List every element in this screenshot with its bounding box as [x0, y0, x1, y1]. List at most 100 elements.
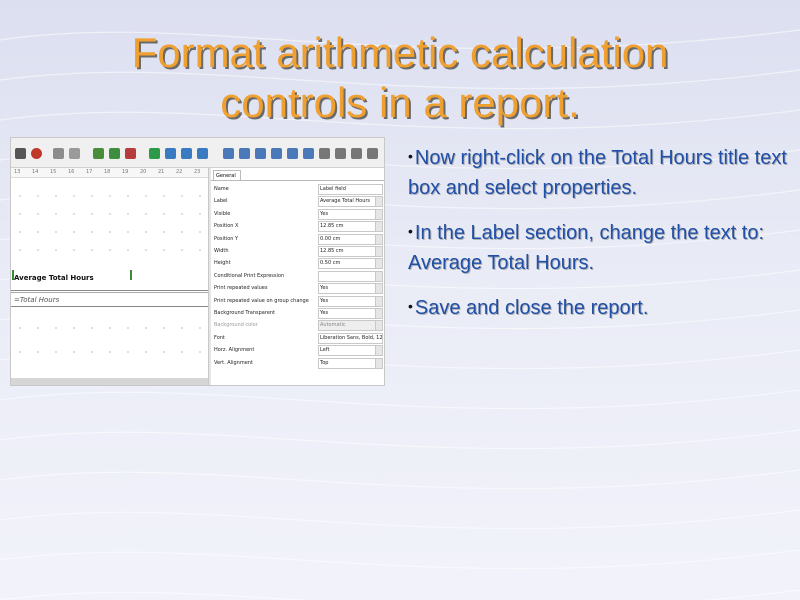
- bullet-text: In the Label section, change the text to…: [408, 222, 765, 274]
- ruler-tick: 17: [86, 169, 93, 175]
- dropdown-arrow-icon[interactable]: [375, 271, 382, 281]
- grid-dots: [11, 208, 208, 220]
- property-row: Font Liberation Sans, Bold, 12: [214, 332, 383, 344]
- property-value-field[interactable]: 12.85 cm: [318, 246, 383, 257]
- toolbar-icon-10: [181, 148, 192, 159]
- dropdown-arrow-icon[interactable]: [375, 197, 382, 207]
- ruler-tick: 23: [194, 169, 201, 175]
- property-name: Visible: [214, 210, 231, 217]
- property-row: Visible Yes: [214, 208, 383, 220]
- toolbar-icon-7: [125, 148, 136, 159]
- dropdown-arrow-icon[interactable]: [375, 358, 382, 368]
- dropdown-arrow-icon[interactable]: [375, 346, 382, 356]
- property-value-field[interactable]: Automatic: [318, 320, 383, 332]
- ruler-tick: 21: [158, 169, 165, 175]
- toolbar-icon-4: [69, 148, 80, 159]
- property-name: Horz. Alignment: [214, 347, 255, 354]
- property-row: Label Average Total Hours: [214, 196, 383, 208]
- toolbar-icon-8: [149, 148, 160, 159]
- bullet-text: Now right-click on the Total Hours title…: [408, 147, 787, 199]
- property-row: Conditional Print Expression: [214, 270, 383, 282]
- toolbar-icon-13: [239, 148, 250, 159]
- toolbar-icon-9: [165, 148, 176, 159]
- toolbar-icon-2: [31, 148, 42, 159]
- property-name: Label: [214, 198, 228, 205]
- ruler-tick: 15: [50, 169, 57, 175]
- bullet-dot: •: [408, 223, 413, 239]
- bullet-dot: •: [408, 298, 413, 314]
- property-name: Name: [214, 186, 229, 192]
- property-name: Height: [214, 260, 231, 267]
- ruler: 13 14 15 16 17 18 19 20 21 22 23: [11, 168, 208, 178]
- property-name: Position X: [214, 223, 239, 230]
- dropdown-arrow-icon[interactable]: [375, 321, 382, 331]
- property-value-field[interactable]: 0.50 cm: [318, 258, 383, 270]
- property-name: Print repeated value on group change: [214, 297, 309, 304]
- ruler-tick: 13: [14, 169, 21, 175]
- toolbar-icon-1: [15, 148, 26, 159]
- property-row: Background color Automatic: [214, 320, 383, 332]
- property-value-field[interactable]: Yes: [318, 308, 383, 319]
- toolbar-icon-6: [109, 148, 120, 159]
- selection-handle-right[interactable]: [130, 270, 132, 280]
- toolbar-icon-19: [335, 148, 346, 159]
- grid-dots: [11, 346, 208, 358]
- toolbar-icon-21: [367, 148, 378, 159]
- property-value-field[interactable]: Left: [318, 345, 383, 357]
- ruler-tick: 19: [122, 169, 129, 175]
- toolbar-icon-17: [303, 148, 314, 159]
- ruler-tick: 18: [104, 169, 111, 175]
- property-value-field[interactable]: Yes: [318, 208, 383, 220]
- property-value-field[interactable]: Yes: [318, 283, 383, 295]
- property-value-field[interactable]: Average Total Hours: [318, 196, 383, 208]
- property-value-field[interactable]: 0.00 cm: [318, 233, 383, 245]
- property-row: Vert. Alignment Top: [214, 357, 383, 369]
- property-name: Position Y: [214, 235, 239, 242]
- dropdown-arrow-icon[interactable]: [375, 259, 382, 269]
- property-name: Print repeated values: [214, 285, 268, 292]
- bullet-item: • Save and close the report.: [408, 294, 793, 324]
- section-divider: [11, 290, 208, 291]
- average-total-hours-label[interactable]: Average Total Hours: [14, 274, 94, 282]
- dropdown-arrow-icon[interactable]: [375, 309, 382, 318]
- property-name: Width: [214, 248, 229, 254]
- total-hours-field[interactable]: =Total Hours: [14, 296, 59, 304]
- property-value-field[interactable]: Top: [318, 357, 383, 369]
- ruler-tick: 22: [176, 169, 183, 175]
- property-value-field[interactable]: Label field: [318, 184, 383, 195]
- property-name: Background Transparent: [214, 310, 276, 316]
- property-value-field[interactable]: Yes: [318, 295, 383, 307]
- bullet-item: • In the Label section, change the text t…: [408, 219, 793, 278]
- ruler-tick: 20: [140, 169, 147, 175]
- property-value-field[interactable]: [318, 270, 383, 282]
- dropdown-arrow-icon[interactable]: [375, 234, 382, 244]
- toolbar-icon-20: [351, 148, 362, 159]
- property-value-field[interactable]: Liberation Sans, Bold, 12: [318, 332, 383, 344]
- dropdown-arrow-icon[interactable]: [375, 247, 382, 256]
- property-row: Position Y 0.00 cm: [214, 233, 383, 245]
- property-value-field[interactable]: 12.85 cm: [318, 221, 383, 233]
- grid-dots: [11, 226, 208, 238]
- dropdown-arrow-icon[interactable]: [375, 209, 382, 219]
- toolbar-icon-16: [287, 148, 298, 159]
- bullet-item: • Now right-click on the Total Hours titl…: [408, 144, 793, 203]
- report-design-area[interactable]: Average Total Hours =Total Hours: [11, 178, 208, 385]
- toolbar-icon-3: [53, 148, 64, 159]
- property-row: Position X 12.85 cm: [214, 221, 383, 233]
- slide-title-line-1: Format arithmetic calculation: [131, 29, 669, 76]
- ruler-tick: 14: [32, 169, 39, 175]
- properties-panel: General Name Label field Label Average Tota…: [211, 168, 384, 385]
- toolbar-icon-14: [255, 148, 266, 159]
- dropdown-arrow-icon[interactable]: [375, 284, 382, 294]
- dropdown-arrow-icon[interactable]: [375, 222, 382, 232]
- tab-underline: [211, 180, 384, 181]
- toolbar-icon-18: [319, 148, 330, 159]
- ruler-tick: 16: [68, 169, 75, 175]
- property-name: Background color: [214, 322, 258, 329]
- property-row: Horz. Alignment Left: [214, 345, 383, 357]
- property-name: Conditional Print Expression: [214, 272, 285, 279]
- bullet-text: Save and close the report.: [414, 297, 649, 319]
- dropdown-arrow-icon[interactable]: [375, 296, 382, 306]
- property-row: Name Label field: [214, 184, 383, 195]
- property-row: Print repeated value on group change Yes: [214, 295, 383, 307]
